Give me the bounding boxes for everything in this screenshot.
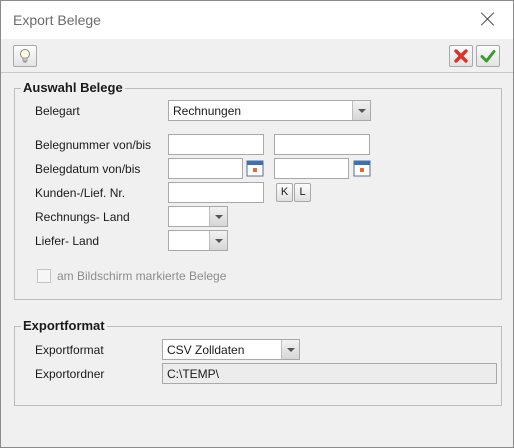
belegart-label: Belegart [35, 104, 80, 118]
auswahl-belege-title: Auswahl Belege [21, 80, 125, 95]
exportformat-value: CSV Zolldaten [167, 343, 245, 357]
markierte-belege-label: am Bildschirm markierte Belege [57, 269, 227, 283]
exportformat-title: Exportformat [21, 318, 107, 333]
title-bar: Export Belege [1, 1, 513, 39]
chevron-down-icon[interactable] [209, 207, 227, 226]
belegdatum-label: Belegdatum von/bis [35, 162, 141, 176]
chevron-down-icon[interactable] [209, 231, 227, 250]
exportformat-select[interactable]: CSV Zolldaten [162, 339, 300, 360]
exportordner-label: Exportordner [35, 367, 105, 381]
exportordner-input[interactable]: C:\TEMP\ [162, 363, 497, 384]
chevron-down-icon[interactable] [281, 340, 299, 359]
belegdatum-von-input[interactable] [168, 158, 243, 179]
lieferant-l-button[interactable]: L [294, 183, 311, 202]
window-title: Export Belege [13, 12, 101, 28]
chevron-down-icon[interactable] [352, 101, 370, 120]
hint-button[interactable] [13, 45, 37, 67]
calendar-icon[interactable] [246, 159, 264, 177]
belegart-select[interactable]: Rechnungen [168, 100, 371, 121]
exportformat-label: Exportformat [35, 343, 104, 357]
lieferland-select[interactable] [168, 230, 228, 251]
belegnummer-bis-input[interactable] [274, 134, 370, 155]
markierte-belege-checkbox[interactable] [37, 269, 51, 283]
lieferland-label: Liefer- Land [35, 234, 100, 248]
kunden-k-button[interactable]: K [276, 183, 293, 202]
kunden-nr-input[interactable] [168, 182, 264, 203]
rechnungsland-select[interactable] [168, 206, 228, 227]
green-check-icon [480, 50, 496, 63]
belegnummer-label: Belegnummer von/bis [35, 138, 152, 152]
lightbulb-icon [20, 49, 30, 63]
cancel-button[interactable] [449, 45, 473, 67]
belegdatum-bis-input[interactable] [274, 158, 349, 179]
red-x-icon [454, 49, 468, 63]
rechnungsland-label: Rechnungs- Land [35, 210, 130, 224]
belegart-value: Rechnungen [173, 104, 242, 118]
kunden-label: Kunden-/Lief. Nr. [35, 186, 126, 200]
calendar-icon[interactable] [353, 159, 371, 177]
ok-button[interactable] [476, 45, 500, 67]
export-dialog: Export Belege Auswahl Belege Belegart Re… [0, 0, 514, 448]
belegnummer-von-input[interactable] [168, 134, 264, 155]
toolbar [1, 39, 513, 73]
close-icon[interactable] [481, 12, 495, 26]
